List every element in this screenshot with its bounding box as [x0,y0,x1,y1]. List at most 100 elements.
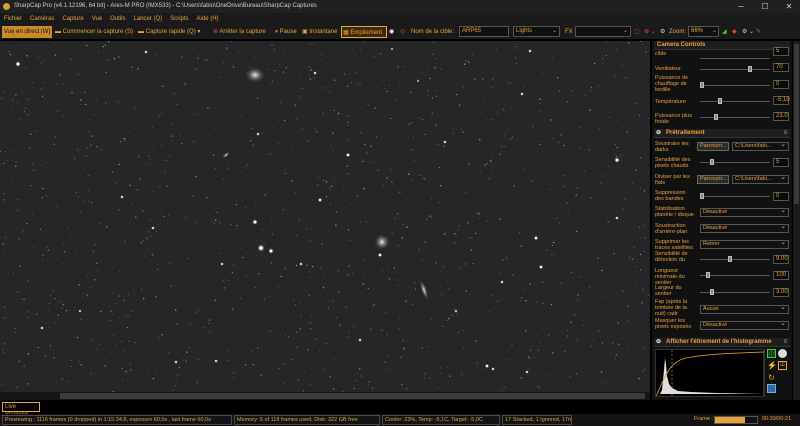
camera-icon: ▬ [138,29,146,35]
histogram-header[interactable]: ⊖ Afficher l'étirement de l'histogramme ≡ [654,338,790,347]
auto-stretch-icon[interactable]: ⓘ [767,349,776,359]
temp-slider-knob [718,98,722,104]
frame-type-value: Lights [516,28,533,34]
histogram-plot[interactable] [655,349,765,397]
fx-select[interactable]: ⌄ [575,26,631,37]
live-stacking-tab[interactable]: Live Stacking [2,402,40,418]
contrast-icon[interactable] [778,349,787,358]
title-bar: SharpCap Pro (v4.1.12196, 64 bit) - Ares… [0,0,800,13]
detection-sens-value[interactable]: 9.00 [773,255,789,264]
mask-select[interactable]: Désactivé [700,320,789,330]
panel-scroll-thumb[interactable] [794,44,799,204]
menu-launch[interactable]: Lancer (Q) [130,13,167,25]
help-icon[interactable]: ✎ [756,26,761,38]
snapshot-button[interactable]: ▣ Instantané [302,26,337,38]
hot-pixel-value[interactable]: 5 [773,158,789,167]
banding-slider-knob[interactable] [700,193,704,199]
menu-help[interactable]: Aide (H) [193,13,223,25]
cc-slider-track[interactable] [700,58,770,59]
options-icon[interactable]: ⚙ ⌄ [742,26,754,38]
cooler-slider-knob [714,114,718,120]
close-button[interactable]: ✕ [778,0,800,13]
status-preview: Previewing : 1116 frames (0 dropped) in … [2,415,232,425]
frame-type-select[interactable]: Lights ⌄ [513,26,560,37]
menu-tools[interactable]: Outils [106,13,129,25]
min-length-value[interactable]: 100 [773,271,789,280]
fan-slider[interactable] [700,69,770,70]
cc-heater-value[interactable]: 0 [773,80,789,89]
menu-cameras[interactable]: Caméras [26,13,58,25]
trail-width-label: Largeur du sentier [655,285,682,297]
pause-button[interactable]: ⏸ Pause [275,26,297,38]
trail-width-knob[interactable] [710,289,714,295]
menu-view[interactable]: Vue [88,13,106,25]
record-icon[interactable]: ◉ [389,26,394,38]
minimize-button[interactable]: ─ [730,0,752,13]
frame-time: 00:39/00:21 [762,416,792,422]
select-area-icon[interactable]: ▢ [634,26,640,38]
cooler-slider [700,117,770,118]
target-icon: ◎ [400,29,406,35]
crosshair-icon[interactable]: ⊕ ⌄ [644,26,656,38]
satellite-select[interactable]: Retirer [700,239,789,249]
banding-value[interactable]: 0 [773,192,789,201]
zoom-select[interactable]: 66% ⌄ [688,26,719,37]
stabilization-select[interactable]: Désactivé [700,207,789,217]
lock-icon[interactable]: ⚿ [778,361,787,370]
histogram-icon[interactable]: ◢ [722,26,727,38]
lightning-icon[interactable]: ⚡ [767,361,777,370]
camera-controls-header[interactable]: Camera Controls [654,41,790,50]
detection-sens-label: Sensibilité de détection du [655,251,688,263]
background-sub-select[interactable]: Désactivé [700,223,789,233]
cc-fan-value[interactable]: 70 [773,63,789,72]
preprocessing-header[interactable]: ⊖ Prétraitement ≡ [654,129,790,138]
menu-capture[interactable]: Capture [58,13,87,25]
zoom-label: Zoom: [669,29,687,35]
horizontal-scroll-thumb[interactable] [60,393,645,399]
target-name-input[interactable]: ARP65 [459,26,509,37]
heater-slider[interactable] [700,85,770,86]
min-length-slider[interactable] [700,275,770,276]
quick-capture-button[interactable]: ▬ Capture rapide (Q) ▾ [138,26,200,38]
detection-sens-knob[interactable] [728,256,732,262]
maximize-button[interactable]: ☐ [754,0,776,13]
toolbar: Vue en direct (W) ▬ Commencer la capture… [0,25,800,39]
cc-target-value[interactable]: 5 [773,47,789,56]
darks-path: C:\Users\fabi... [735,143,772,149]
refresh-icon[interactable]: ↻ [767,373,776,382]
histogram-graph [655,350,765,397]
live-view-image[interactable] [0,41,650,392]
detection-sens-slider[interactable] [700,259,770,260]
darks-path-select[interactable]: C:\Users\fabi... [732,141,789,151]
menu-scripts[interactable]: Scripts [166,13,192,25]
flats-label: Diviser par les flats [655,174,690,186]
collapse-icon: ⊖ [656,339,662,345]
trail-width-value[interactable]: 3.00 [773,288,789,297]
darks-label: Soustraire les darks [655,141,689,153]
fan-slider-knob[interactable] [748,66,752,72]
flats-path-select[interactable]: C:\Users\fabi... [732,174,789,184]
frames-label: Fsp (après la tombée de la nuit) cadr [655,299,688,317]
stacking-button[interactable]: ▦ Empilement [341,26,387,38]
banding-slider[interactable] [700,196,770,197]
live-view-button[interactable]: Vue en direct (W) [2,26,52,38]
menu-file[interactable]: Fichier [0,13,26,25]
stop-capture-button[interactable]: ⊗ Arrêter la capture [213,26,266,38]
frame-progress-fill [715,417,746,423]
mark-icon[interactable]: ◆ [732,26,737,38]
settings-icon[interactable]: ⚙ [660,26,665,38]
min-length-knob[interactable] [706,272,710,278]
stabilization-label: Stabilisation planète / disque [655,206,694,218]
flats-browse-button[interactable]: Parcourir... [697,175,729,184]
panel-menu-icon[interactable]: ≡ [783,129,787,137]
darks-browse-button[interactable]: Parcourir... [697,142,729,151]
heater-slider-knob[interactable] [700,82,704,88]
save-icon[interactable] [767,384,776,393]
panel-menu-icon[interactable]: ≡ [783,338,787,346]
frames-select[interactable]: Aucun [700,304,789,314]
hot-pixel-slider-knob[interactable] [710,159,714,165]
mask-value: Désactivé [703,322,728,328]
start-capture-button[interactable]: ▬ Commencer la capture (S) [55,26,133,38]
satellite-value: Retirer [703,241,720,247]
cc-temp-value: -5.10 [773,96,790,105]
